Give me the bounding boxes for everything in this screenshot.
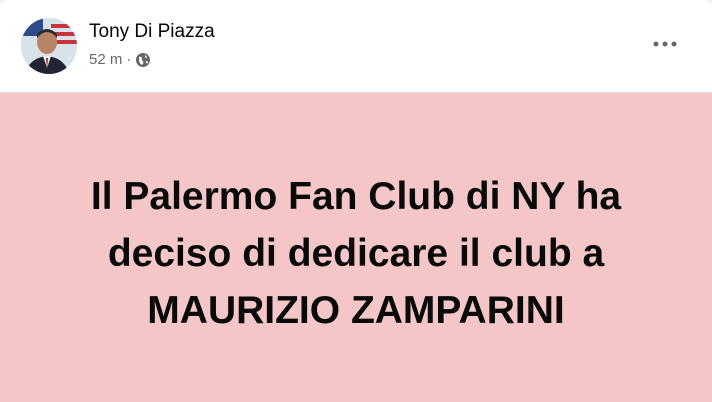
post-card: Tony Di Piazza 52 m · Il Palermo Fan Clu… [0,0,712,402]
post-header: Tony Di Piazza 52 m · [0,0,712,93]
post-meta: 52 m · [89,51,151,68]
meta-separator: · [126,51,132,68]
post-text-line: MAURIZIO ZAMPARINI [147,289,565,332]
post-text-line: Il Palermo Fan Club di NY ha [90,175,622,218]
more-options-button[interactable] [645,26,685,62]
post-text-line: deciso di dedicare il club a [107,232,605,275]
post-time[interactable]: 52 m [89,51,122,68]
more-options-icon [653,41,677,47]
globe-icon[interactable] [135,52,151,68]
post-text: Il Palermo Fan Club di NY ha deciso di d… [0,168,712,339]
author-avatar[interactable] [21,18,77,74]
author-name[interactable]: Tony Di Piazza [89,21,215,43]
avatar-image [21,18,77,74]
